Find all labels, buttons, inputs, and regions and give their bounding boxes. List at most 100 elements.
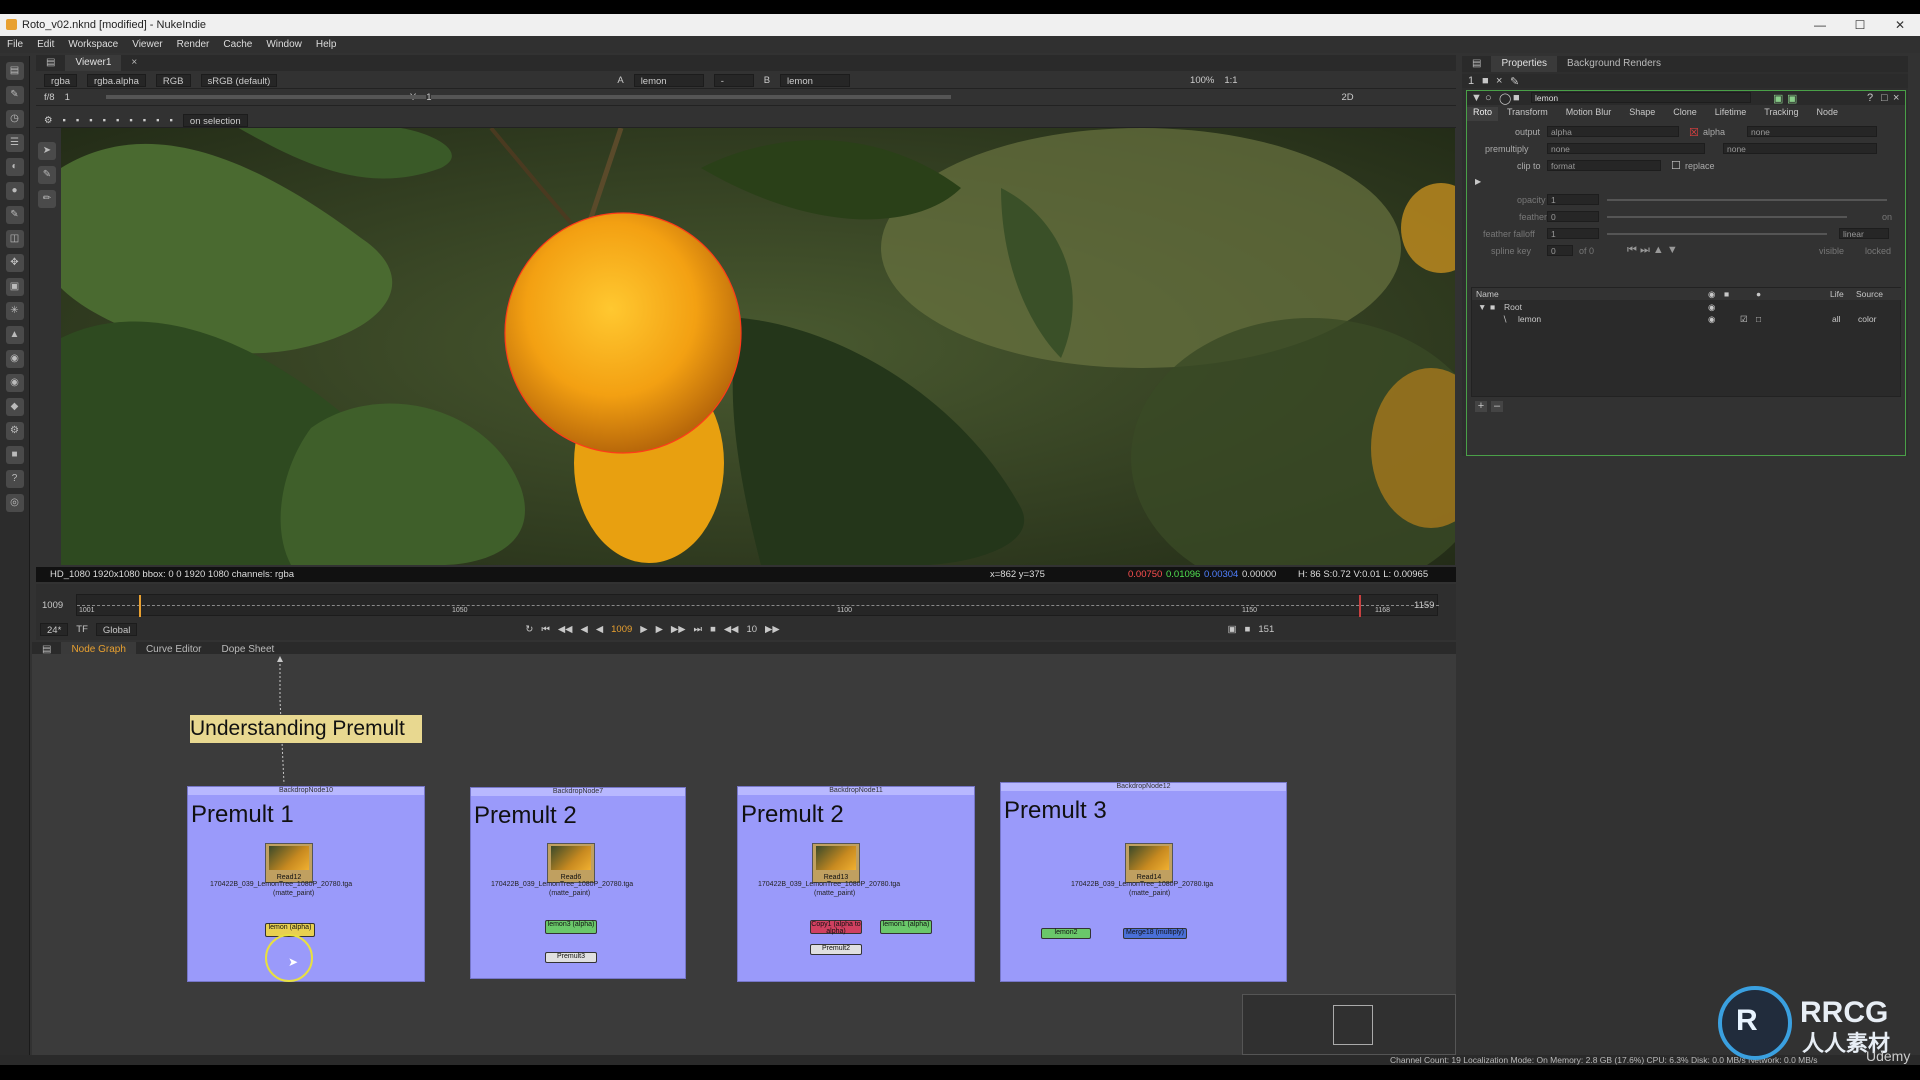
brush-icon[interactable]: ✏ <box>38 190 56 208</box>
expand-arrow-icon[interactable]: ▶ <box>1475 177 1481 186</box>
props-edit-icon[interactable]: ✎ <box>1510 75 1519 88</box>
lut-dropdown[interactable]: sRGB (default) <box>200 74 278 87</box>
menu-cache[interactable]: Cache <box>216 39 259 50</box>
replace-checkbox[interactable]: ☐ <box>1671 159 1681 172</box>
roto-opt2-icon[interactable]: ▪ <box>89 115 92 126</box>
color-tools-icon[interactable]: ◐ <box>5 158 24 176</box>
play-backward-icon[interactable]: ◀ <box>596 624 603 635</box>
roto-node-lemon2[interactable]: lemon2 <box>1041 928 1091 939</box>
col-visible-icon[interactable]: ◉ <box>1708 289 1715 300</box>
node-icon-2[interactable]: ◯ <box>1499 92 1511 105</box>
close-icon[interactable]: ✕ <box>1880 14 1920 36</box>
node-name-field[interactable]: lemon <box>1531 92 1751 103</box>
increment-field[interactable]: 10 <box>746 624 757 635</box>
tf-dropdown[interactable]: TF <box>76 624 88 635</box>
tab-clone[interactable]: Clone <box>1664 107 1706 121</box>
read-node[interactable]: Read12 <box>265 843 313 883</box>
feather-field[interactable]: 0 <box>1547 211 1599 222</box>
falloff-type-dropdown[interactable]: linear <box>1839 228 1889 239</box>
viewer-image[interactable] <box>61 128 1455 565</box>
list-item[interactable]: ∖ lemon ◉ ☑ □ all color <box>1472 313 1902 325</box>
collapse-icon[interactable]: ▼ <box>1471 92 1482 104</box>
key-nav-icons[interactable]: ⏮ ⏭ ▲ ▼ <box>1627 244 1678 257</box>
backdrop-premult-1[interactable]: BackdropNode10 Premult 1 Read12 170422B_… <box>187 786 425 982</box>
time-tools-icon[interactable]: ◷ <box>5 110 24 128</box>
falloff-slider[interactable] <box>1607 233 1827 235</box>
read-node[interactable]: Read6 <box>547 843 595 883</box>
stop-icon[interactable]: ■ <box>710 624 716 635</box>
tab-shape[interactable]: Shape <box>1620 107 1664 121</box>
current-frame-field[interactable]: 1009 <box>611 624 632 635</box>
menu-file[interactable]: File <box>0 39 30 50</box>
metadata-tools-icon[interactable]: ◉ <box>5 374 24 392</box>
minimize-icon[interactable]: — <box>1800 14 1840 36</box>
keyer-tools-icon[interactable]: ✎ <box>5 206 24 224</box>
out-point-marker[interactable] <box>1359 595 1361 617</box>
deep-tools-icon[interactable]: ▲ <box>5 326 24 344</box>
gain-slider[interactable] <box>106 95 426 99</box>
panel-close-icon[interactable]: × <box>1893 92 1899 104</box>
lock-icon[interactable]: ■ <box>1245 624 1251 635</box>
pane-menu-icon-3[interactable]: ▤ <box>1462 56 1491 72</box>
minimap-viewport[interactable] <box>1333 1005 1373 1045</box>
remove-shape-button[interactable]: – <box>1491 401 1503 412</box>
roto-opt7-icon[interactable]: ▪ <box>156 115 159 126</box>
transform-tools-icon[interactable]: ✥ <box>5 254 24 272</box>
eye-icon[interactable]: ◉ <box>1708 302 1715 313</box>
node-graph[interactable]: Understanding Premult BackdropNode10 Pre… <box>32 654 1456 1055</box>
node-green-icon[interactable]: ▣ <box>1773 92 1783 105</box>
roto-opt1-icon[interactable]: ▪ <box>76 115 79 126</box>
read-node[interactable]: Read14 <box>1125 843 1173 883</box>
output-dropdown[interactable]: alpha <box>1547 126 1679 137</box>
other-tools-icon[interactable]: ⚙ <box>5 422 24 440</box>
float-icon[interactable]: □ <box>1881 92 1888 104</box>
step-forward-icon[interactable]: ▶▶ <box>765 624 780 635</box>
node-icon-3[interactable]: ■ <box>1513 92 1520 104</box>
feather-slider[interactable] <box>1607 216 1847 218</box>
bezier-pen-icon[interactable]: ✎ <box>38 166 56 184</box>
list-item[interactable]: ▼ ■ Root ◉ <box>1472 301 1902 313</box>
alpha-channel-dropdown[interactable]: rgba.alpha <box>87 74 146 87</box>
roto-node-lemon1[interactable]: lemon1 (alpha) <box>880 920 932 934</box>
backdrop-premult-2b[interactable]: BackdropNode11 Premult 2 Read13 170422B_… <box>737 786 975 982</box>
plugins-icon[interactable]: ◎ <box>5 494 24 512</box>
backdrop-premult-3[interactable]: BackdropNode12 Premult 3 Read14 170422B_… <box>1000 782 1287 982</box>
shape-list[interactable]: Name ◉ ■ ● Life Source ▼ ■ Root ◉ ∖ lemo… <box>1471 287 1902 397</box>
merge-tools-icon[interactable]: ◫ <box>5 230 24 248</box>
menu-workspace[interactable]: Workspace <box>61 39 125 50</box>
3d-tools-icon[interactable]: ▣ <box>5 278 24 296</box>
on-selection-dropdown[interactable]: on selection <box>182 113 248 127</box>
fstop-readout[interactable]: f/8 <box>44 92 55 103</box>
last-frame-icon[interactable]: ⏭ <box>694 624 703 635</box>
help-icon[interactable]: ? <box>1867 92 1873 104</box>
spline-key-field[interactable]: 0 <box>1547 245 1573 256</box>
tab-background-renders[interactable]: Background Renders <box>1557 56 1671 72</box>
sticky-note[interactable]: Understanding Premult <box>190 715 422 743</box>
tab-properties[interactable]: Properties <box>1491 56 1558 72</box>
props-clear-icon[interactable]: × <box>1496 75 1502 87</box>
expand-arrow[interactable]: ▼ <box>1478 302 1486 312</box>
roto-opt5-icon[interactable]: ▪ <box>129 115 132 126</box>
roto-lock-icon[interactable]: ▪ <box>63 115 66 126</box>
props-count-icon[interactable]: 1 <box>1468 75 1474 87</box>
menu-window[interactable]: Window <box>259 39 309 50</box>
fps-dropdown[interactable]: 24* <box>40 622 69 636</box>
play-forward-icon[interactable]: ▶ <box>640 624 647 635</box>
tab-roto[interactable]: Roto <box>1467 107 1499 121</box>
premult-node-3[interactable]: Premult3 <box>545 952 597 963</box>
prev-keyframe-icon[interactable]: ◀◀ <box>558 624 573 635</box>
invert-checkbox[interactable]: ☑ <box>1740 314 1748 325</box>
output-extra-dropdown[interactable]: none <box>1747 126 1877 137</box>
copy-node[interactable]: Copy1 (alpha to alpha) <box>810 920 862 935</box>
clipto-dropdown[interactable]: format <box>1547 160 1661 171</box>
merge-node-multiply[interactable]: Merge18 (multiply) <box>1123 928 1187 939</box>
toolsets-icon[interactable]: ◆ <box>5 398 24 416</box>
node-icon-1[interactable]: ○ <box>1485 92 1492 104</box>
premultiply-extra-dropdown[interactable]: none <box>1723 143 1877 154</box>
add-shape-button[interactable]: + <box>1475 401 1487 412</box>
image-tools-icon[interactable]: ▤ <box>5 62 24 80</box>
roto-opt3-icon[interactable]: ▪ <box>103 115 106 126</box>
premult-node-2[interactable]: Premult2 <box>810 944 862 955</box>
input-a-dropdown[interactable]: lemon <box>633 74 704 87</box>
gain-value[interactable]: 1 <box>65 92 70 103</box>
